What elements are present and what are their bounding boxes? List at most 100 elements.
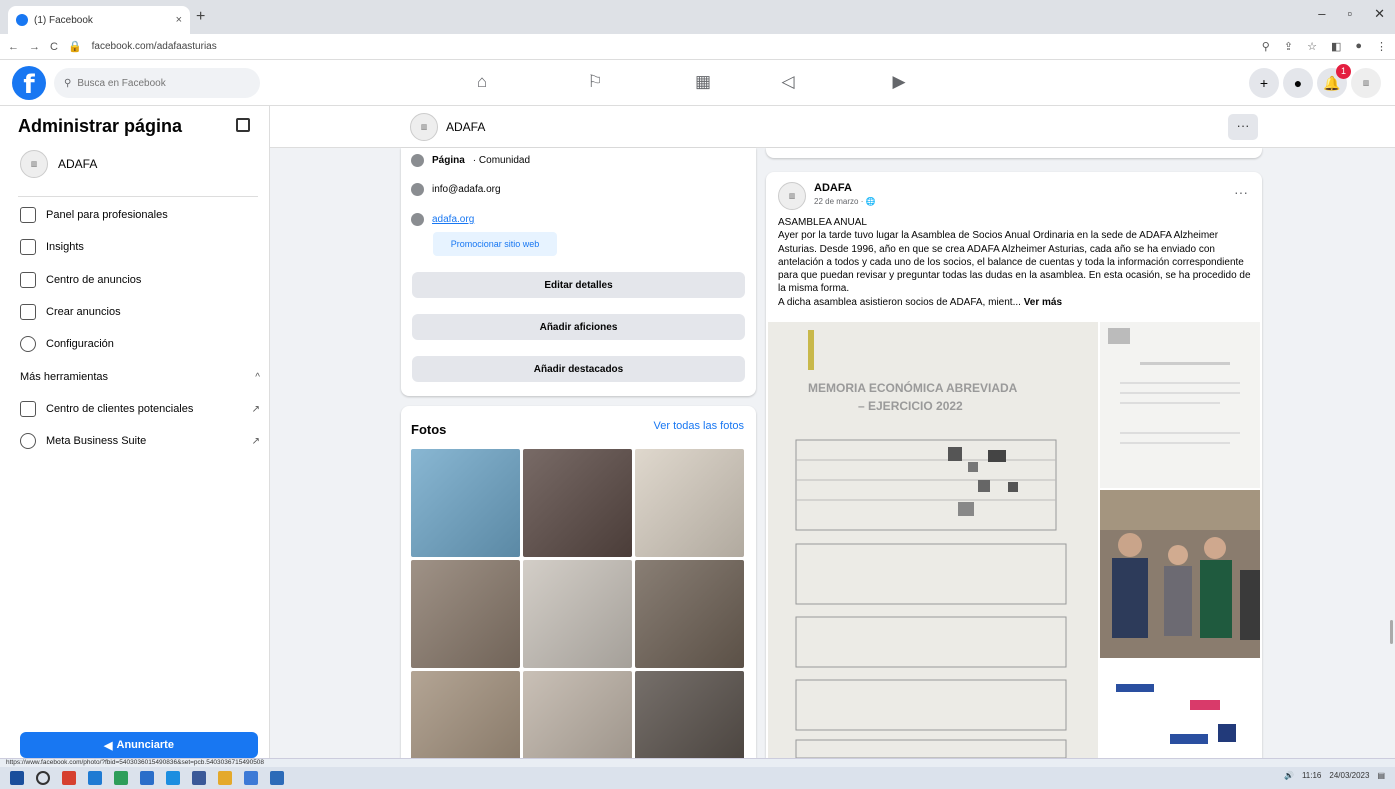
doc-title-1: MEMORIA ECONÓMICA ABREVIADA xyxy=(808,380,1018,395)
photo-thumbnail[interactable] xyxy=(411,560,520,668)
url-field[interactable]: facebook.com/adafaasturias xyxy=(92,41,217,52)
sponsor-logos xyxy=(1100,660,1260,758)
post-image-group-photo[interactable] xyxy=(1100,490,1260,658)
add-featured-button[interactable]: Añadir destacados xyxy=(412,356,745,382)
collapse-sidebar-icon[interactable] xyxy=(236,118,250,132)
intro-card: Página · Comunidad info@adafa.org adafa.… xyxy=(401,148,756,396)
clock-date[interactable]: 24/03/2023 xyxy=(1329,771,1369,780)
sidebar-divider xyxy=(18,196,258,197)
star-icon[interactable]: ☆ xyxy=(1307,40,1317,53)
page-avatar[interactable]: ▥ xyxy=(410,113,438,141)
search-icon[interactable] xyxy=(36,771,50,785)
app-icon[interactable] xyxy=(270,771,284,785)
notification-center-icon[interactable]: ▤ xyxy=(1377,771,1385,780)
app-icon[interactable] xyxy=(62,771,76,785)
close-window-button[interactable]: ✕ xyxy=(1374,6,1385,22)
post-date[interactable]: 22 de marzo · 🌐 xyxy=(814,197,876,206)
sidebar-item-create-ads[interactable]: Crear anuncios xyxy=(20,304,260,320)
add-hobbies-button[interactable]: Añadir aficiones xyxy=(412,314,745,340)
doc-title-2: – EJERCICIO 2022 xyxy=(858,399,963,413)
notifications-icon[interactable]: 🔔 1 xyxy=(1317,64,1351,98)
flag-icon[interactable]: ⚐ xyxy=(582,70,608,94)
new-tab-button[interactable]: + xyxy=(196,8,205,26)
promote-button[interactable]: ◀ Anunciarte xyxy=(20,732,258,758)
globe-icon xyxy=(411,213,424,226)
minimize-button[interactable]: – xyxy=(1318,6,1325,22)
email-text[interactable]: info@adafa.org xyxy=(432,184,501,195)
post-author[interactable]: ADAFA xyxy=(814,182,852,194)
edge-icon[interactable] xyxy=(140,771,154,785)
sidebar-item-label: Panel para profesionales xyxy=(46,209,168,221)
sidebar-page-link[interactable]: ▥ ADAFA xyxy=(20,150,97,178)
window-controls: – ▫ ✕ xyxy=(1318,6,1385,22)
share-icon[interactable]: ⇪ xyxy=(1284,40,1293,53)
see-all-photos-link[interactable]: Ver todas las fotos xyxy=(654,420,745,432)
extensions-icon[interactable]: ◧ xyxy=(1331,40,1341,53)
search-box[interactable]: ⚲ xyxy=(54,68,260,98)
photo-thumbnail[interactable] xyxy=(635,449,744,557)
sidebar-item-label: Centro de clientes potenciales xyxy=(46,403,194,415)
account-avatar[interactable]: ▥ xyxy=(1351,68,1381,98)
post-date-text: 22 de marzo · xyxy=(814,197,866,206)
page-scrollbar[interactable] xyxy=(1390,620,1393,644)
photo-thumbnail[interactable] xyxy=(635,560,744,668)
post-image-logos[interactable] xyxy=(1100,660,1260,758)
facebook-logo[interactable]: f xyxy=(12,66,46,100)
browser-tab[interactable]: (1) Facebook × xyxy=(8,6,190,34)
sidebar-item-label: Crear anuncios xyxy=(46,306,121,318)
page-options-button[interactable]: ··· xyxy=(1228,114,1258,140)
app-icon[interactable] xyxy=(166,771,180,785)
chrome-icon[interactable] xyxy=(218,771,232,785)
see-more-link[interactable]: Ver más xyxy=(1024,297,1062,308)
photo-grid xyxy=(411,449,744,779)
windows-start-icon[interactable] xyxy=(10,771,24,785)
post-image-letter[interactable] xyxy=(1100,322,1260,488)
reload-button[interactable]: C xyxy=(50,41,58,53)
sidebar-item-label: Configuración xyxy=(46,338,114,350)
profile-icon[interactable]: ● xyxy=(1355,40,1362,53)
post-image-document[interactable]: MEMORIA ECONÓMICA ABREVIADA – EJERCICIO … xyxy=(768,322,1098,758)
sidebar-item-professional-dashboard[interactable]: Panel para profesionales xyxy=(20,207,260,223)
megaphone-icon[interactable]: ◁ xyxy=(775,70,801,94)
post-body: Ayer por la tarde tuvo lugar la Asamblea… xyxy=(778,230,1251,295)
sidebar-item-insights[interactable]: Insights xyxy=(20,239,260,255)
restore-button[interactable]: ▫ xyxy=(1347,6,1352,22)
photo-thumbnail[interactable] xyxy=(411,449,520,557)
post-author-avatar[interactable]: ▥ xyxy=(778,182,806,210)
app-icon[interactable] xyxy=(192,771,206,785)
edit-details-button[interactable]: Editar detalles xyxy=(412,272,745,298)
clock-time[interactable]: 11:16 xyxy=(1302,771,1321,780)
tab-close-icon[interactable]: × xyxy=(176,14,182,26)
pencil-icon xyxy=(20,304,36,320)
sidebar-item-label: Insights xyxy=(46,241,84,253)
photo-thumbnail[interactable] xyxy=(523,449,632,557)
sidebar-item-settings[interactable]: Configuración xyxy=(20,336,260,352)
search-input[interactable] xyxy=(77,77,228,89)
messenger-icon[interactable]: ● xyxy=(1283,68,1313,98)
sidebar-item-lead-center[interactable]: Centro de clientes potenciales ↗ xyxy=(20,401,260,417)
video-icon[interactable]: ▶ xyxy=(886,70,912,94)
manage-page-sidebar: Administrar página ▥ ADAFA Panel para pr… xyxy=(0,106,270,758)
website-link[interactable]: adafa.org xyxy=(432,214,474,225)
more-tools-header[interactable]: Más herramientas ^ xyxy=(20,371,260,383)
key-icon[interactable]: ⚲ xyxy=(1262,40,1270,53)
forward-button[interactable]: → xyxy=(29,41,40,53)
home-icon[interactable]: ⌂ xyxy=(469,70,495,94)
post-last-line-text: A dicha asamblea asistieron socios de AD… xyxy=(778,296,1021,308)
globe-icon: 🌐 xyxy=(865,197,876,206)
menu-icon[interactable]: ⋮ xyxy=(1376,40,1387,53)
photo-thumbnail[interactable] xyxy=(523,560,632,668)
app-icon[interactable] xyxy=(244,771,258,785)
create-button[interactable]: + xyxy=(1249,68,1279,98)
mail-icon[interactable] xyxy=(88,771,102,785)
sidebar-item-meta-business-suite[interactable]: Meta Business Suite ↗ xyxy=(20,433,260,449)
app-icon[interactable] xyxy=(114,771,128,785)
marketplace-icon[interactable]: ▦ xyxy=(690,70,716,94)
page-name[interactable]: ADAFA xyxy=(446,120,485,134)
volume-icon[interactable]: 🔊 xyxy=(1284,771,1294,780)
sidebar-item-ad-center[interactable]: Centro de anuncios xyxy=(20,272,260,288)
promote-website-button[interactable]: Promocionar sitio web xyxy=(433,232,557,256)
post-options-button[interactable]: ··· xyxy=(1234,184,1248,200)
back-button[interactable]: ← xyxy=(8,41,19,53)
previous-post-bottom xyxy=(766,148,1262,158)
